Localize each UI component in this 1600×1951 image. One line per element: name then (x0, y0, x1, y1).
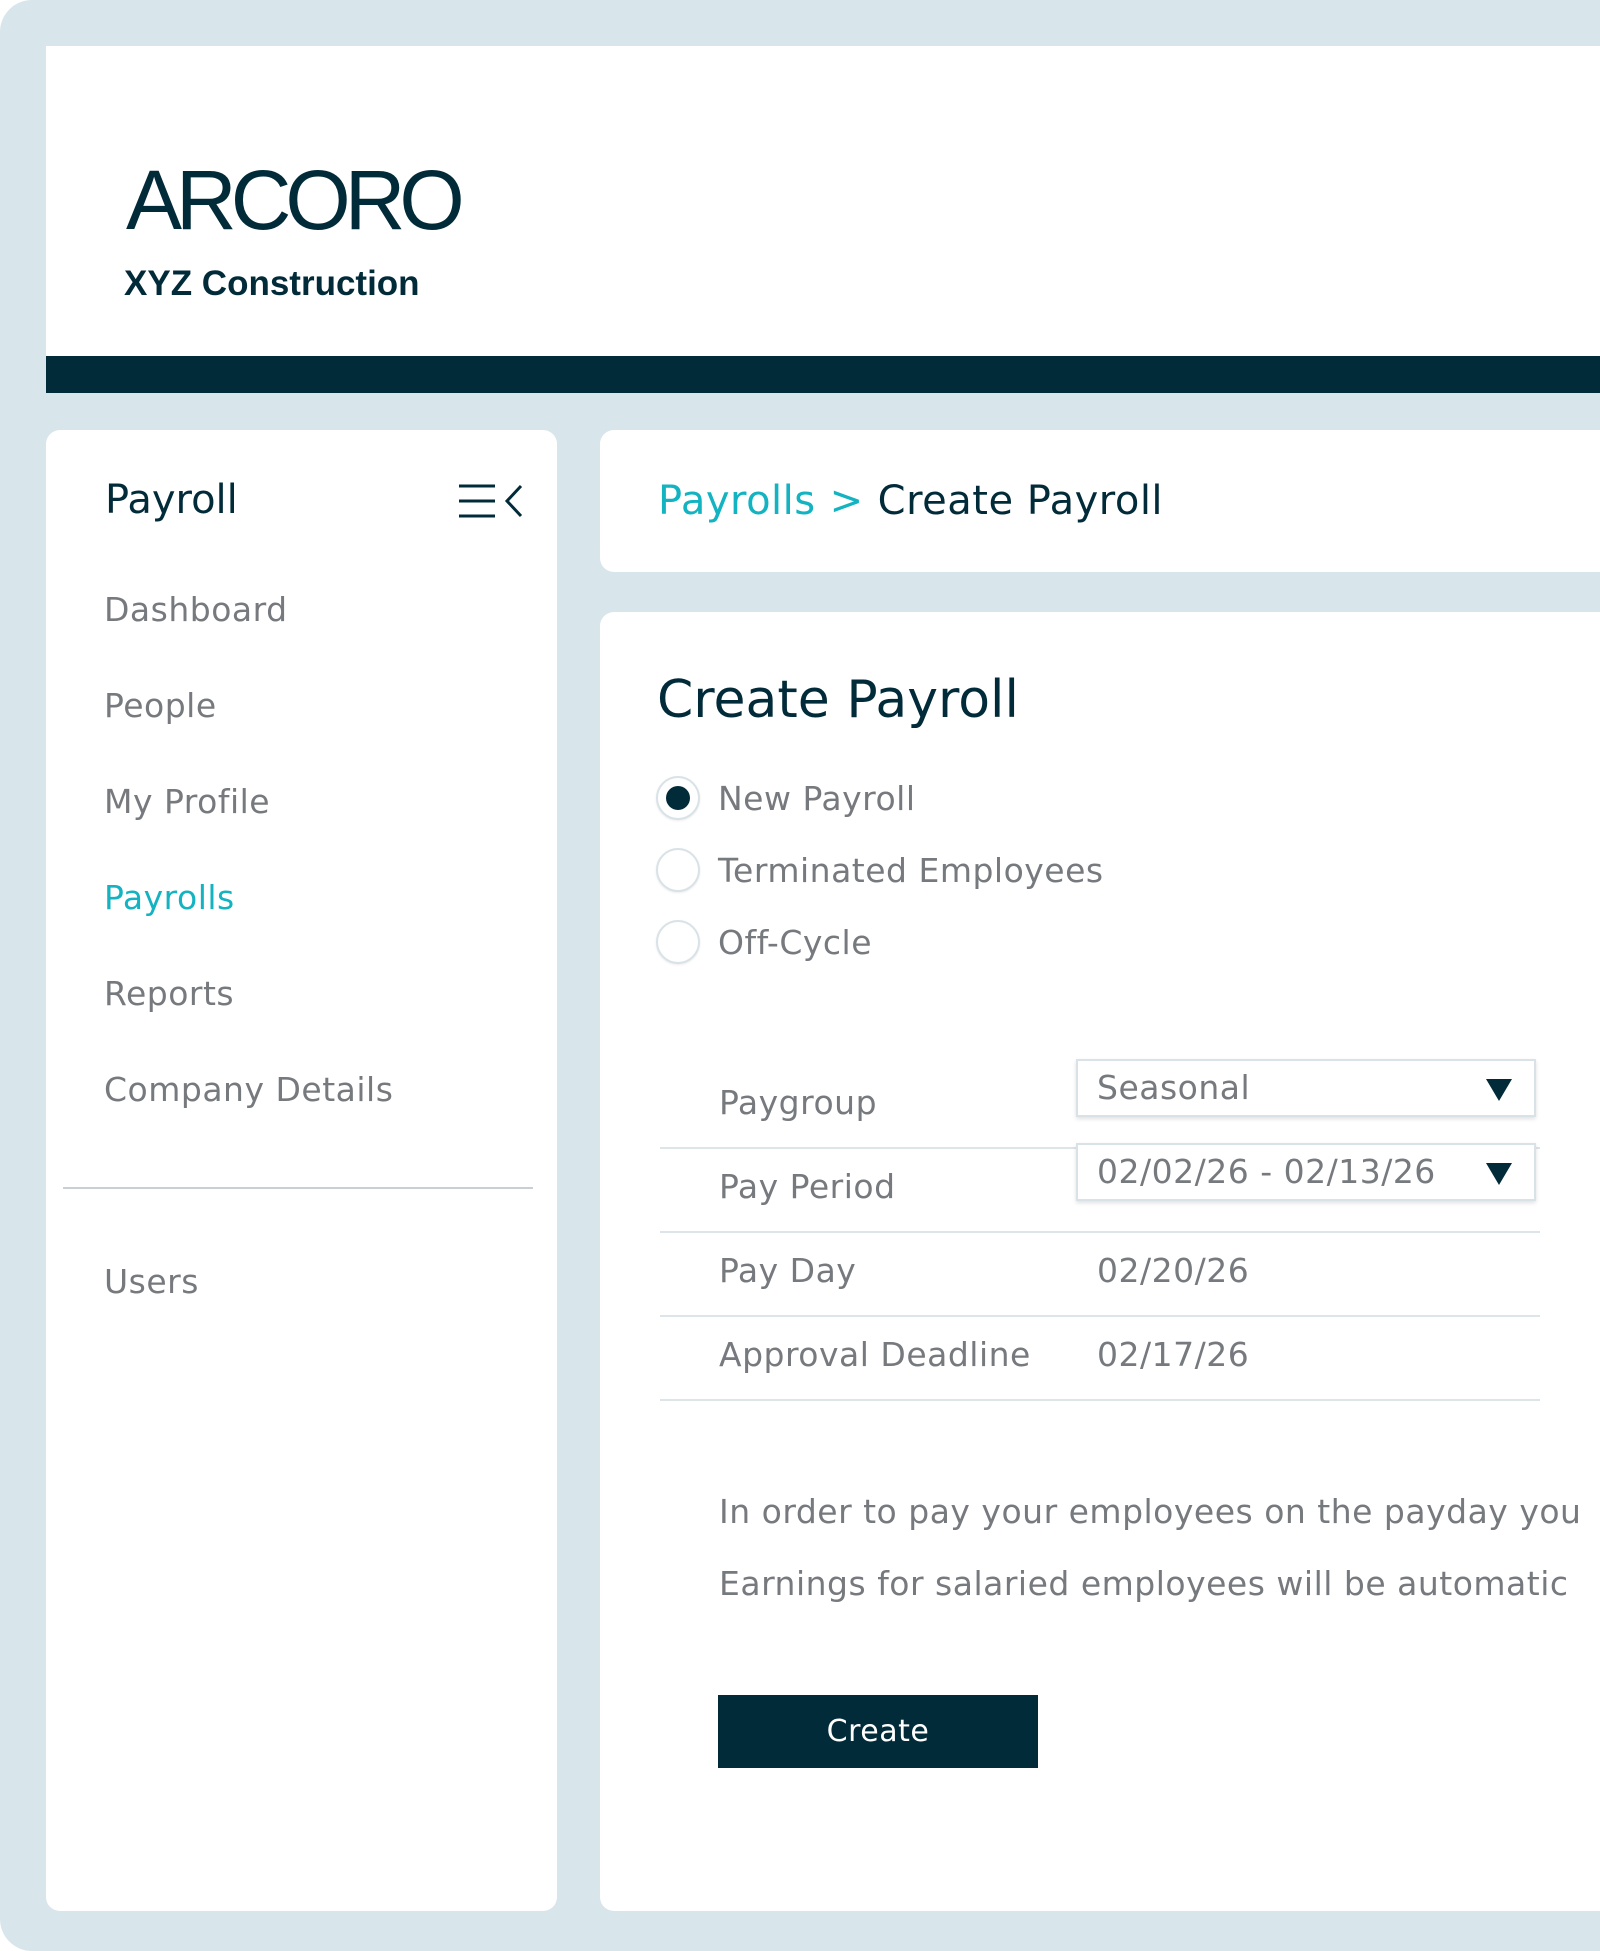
radio-new-payroll[interactable]: New Payroll (656, 774, 916, 822)
breadcrumb-current: Create Payroll (877, 478, 1164, 524)
pay-period-select[interactable]: 02/02/26 - 02/13/26 (1076, 1143, 1536, 1201)
sidebar-item-users[interactable]: Users (104, 1262, 199, 1301)
sidebar: Payroll Dashboard People My Profile Payr… (46, 430, 557, 1911)
dropdown-arrow-icon (1486, 1163, 1512, 1185)
field-row-paygroup: Paygroup Seasonal (660, 1059, 1540, 1149)
dropdown-arrow-icon (1486, 1079, 1512, 1101)
sidebar-item-company-details[interactable]: Company Details (104, 1070, 393, 1109)
app-header: ARCORO XYZ Construction (46, 46, 1600, 356)
radio-off-cycle[interactable]: Off-Cycle (656, 918, 872, 966)
radio-terminated-employees[interactable]: Terminated Employees (656, 846, 1104, 894)
sidebar-title: Payroll (105, 477, 238, 523)
pay-day-value: 02/20/26 (1097, 1251, 1250, 1290)
breadcrumb-link-payrolls[interactable]: Payrolls (658, 478, 816, 524)
sidebar-item-reports[interactable]: Reports (104, 974, 234, 1013)
radio-label: Off-Cycle (718, 922, 872, 962)
radio-label: New Payroll (718, 778, 916, 818)
pay-period-label: Pay Period (719, 1167, 896, 1206)
create-button[interactable]: Create (718, 1695, 1038, 1768)
radio-button[interactable] (656, 920, 700, 964)
sidebar-divider (63, 1187, 533, 1189)
pay-day-label: Pay Day (719, 1251, 857, 1290)
radio-button[interactable] (656, 848, 700, 892)
sidebar-item-dashboard[interactable]: Dashboard (104, 590, 288, 629)
menu-collapse-icon[interactable] (459, 482, 539, 522)
sidebar-item-my-profile[interactable]: My Profile (104, 782, 270, 821)
page-title: Create Payroll (657, 670, 1019, 730)
paygroup-label: Paygroup (719, 1083, 878, 1122)
header-accent-bar (46, 356, 1600, 393)
company-name: XYZ Construction (124, 264, 420, 303)
approval-deadline-label: Approval Deadline (719, 1335, 1031, 1374)
approval-deadline-value: 02/17/26 (1097, 1335, 1250, 1374)
breadcrumb: Payrolls > Create Payroll (658, 478, 1163, 524)
radio-label: Terminated Employees (718, 850, 1104, 890)
field-row-approval-deadline: Approval Deadline 02/17/26 (660, 1315, 1540, 1401)
create-payroll-panel: Create Payroll New Payroll Terminated Em… (600, 612, 1600, 1911)
breadcrumb-bar: Payrolls > Create Payroll (600, 430, 1600, 572)
paygroup-select[interactable]: Seasonal (1076, 1059, 1536, 1117)
sidebar-item-people[interactable]: People (104, 686, 217, 725)
arcoro-logo-wordmark: ARCORO (126, 153, 465, 247)
field-row-pay-period: Pay Period 02/02/26 - 02/13/26 (660, 1143, 1540, 1233)
info-note-line-1: In order to pay your employees on the pa… (719, 1492, 1582, 1531)
sidebar-item-payrolls[interactable]: Payrolls (104, 878, 235, 917)
radio-button-checked[interactable] (656, 776, 700, 820)
pay-period-value: 02/02/26 - 02/13/26 (1097, 1152, 1436, 1191)
company-logo[interactable]: ARCORO XYZ Construction (124, 153, 465, 304)
info-note-line-2: Earnings for salaried employees will be … (719, 1564, 1569, 1603)
field-row-pay-day: Pay Day 02/20/26 (660, 1231, 1540, 1317)
breadcrumb-separator: > (829, 478, 864, 524)
paygroup-value: Seasonal (1097, 1068, 1251, 1107)
